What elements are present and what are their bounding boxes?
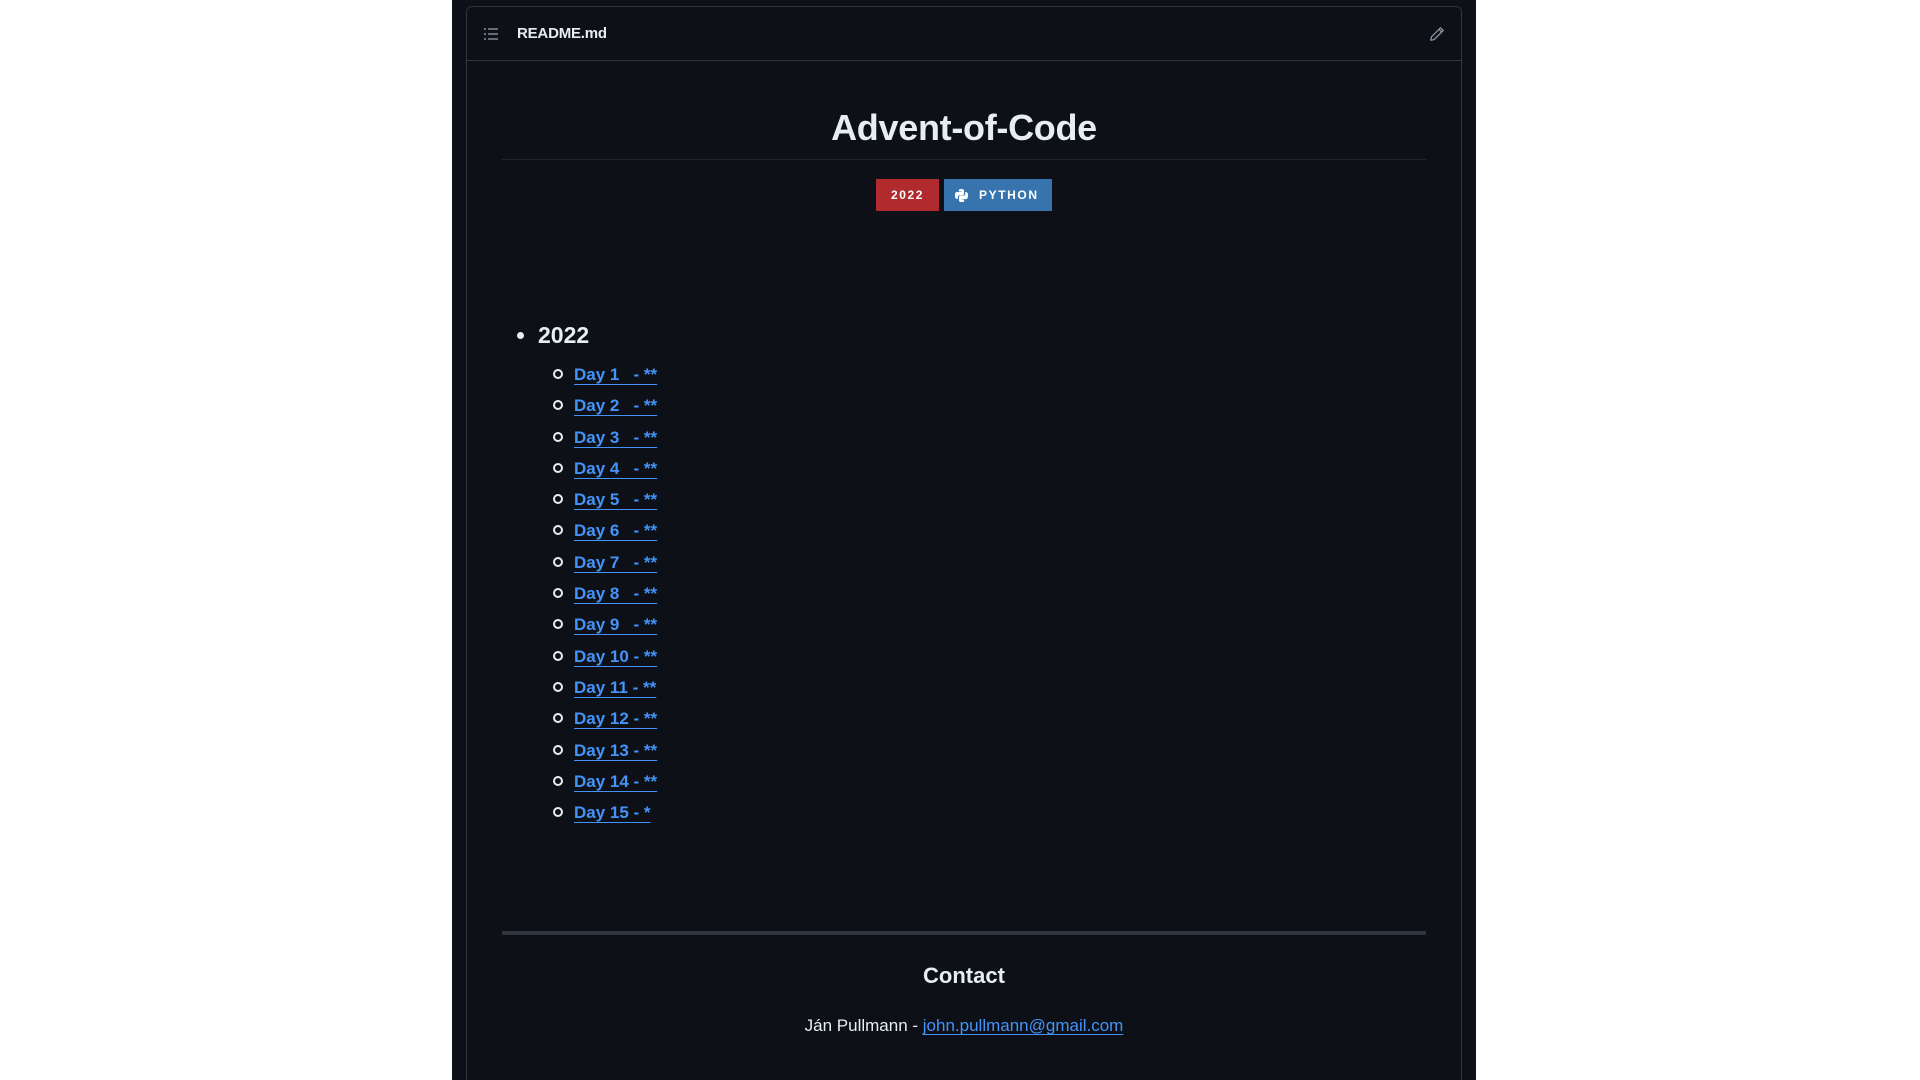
bullet: [553, 681, 563, 692]
contact-line: Ján Pullmann - john.pullmann@gmail.com: [502, 1016, 1426, 1036]
day-link-9[interactable]: Day 9 - **: [574, 615, 657, 634]
python-badge-label: PYTHON: [979, 188, 1039, 202]
list-item: Day 1 - **: [538, 359, 1426, 390]
day-link-7[interactable]: Day 7 - **: [574, 553, 657, 572]
bullet: [553, 400, 563, 411]
days-list: Day 1 - ** Day 2 - ** Day 3 - ** Day 4 -…: [538, 359, 1426, 828]
bullet: [553, 775, 563, 786]
list-item: Day 12 - **: [538, 703, 1426, 734]
bullet: [553, 462, 563, 473]
day-link-10[interactable]: Day 10 - **: [574, 647, 657, 666]
readme-viewer: README.md Advent-of-Code 2022 PYTHON 202…: [452, 0, 1476, 1080]
readme-box: README.md Advent-of-Code 2022 PYTHON 202…: [466, 6, 1462, 1080]
list-item: Day 15 - *: [538, 797, 1426, 828]
readme-content: Advent-of-Code 2022 PYTHON 2022 Day 1 - …: [467, 61, 1461, 1036]
day-link-11[interactable]: Day 11 - **: [574, 678, 656, 697]
list-item: Day 11 - **: [538, 672, 1426, 703]
list-item: Day 14 - **: [538, 766, 1426, 797]
day-link-1[interactable]: Day 1 - **: [574, 365, 657, 384]
day-link-14[interactable]: Day 14 - **: [574, 772, 657, 791]
bullet: [553, 525, 563, 536]
day-link-5[interactable]: Day 5 - **: [574, 490, 657, 509]
list-unordered-icon[interactable]: [483, 26, 499, 42]
contact-email-link[interactable]: john.pullmann@gmail.com: [923, 1016, 1124, 1035]
year-badge[interactable]: 2022: [876, 179, 939, 211]
badge-row: 2022 PYTHON: [502, 179, 1426, 211]
python-icon: [954, 188, 969, 203]
day-link-2[interactable]: Day 2 - **: [574, 396, 657, 415]
readme-filename: README.md: [517, 25, 607, 42]
bullet: [553, 588, 563, 599]
day-link-15[interactable]: Day 15 - *: [574, 803, 651, 822]
bullet: [553, 369, 563, 379]
contact-name: Ján Pullmann -: [804, 1016, 923, 1036]
bullet: [553, 619, 563, 630]
years-list: 2022 Day 1 - ** Day 2 - ** Day 3 - ** Da…: [502, 318, 1426, 828]
year-label: 2022: [538, 322, 590, 348]
readme-header: README.md: [467, 7, 1461, 61]
day-link-8[interactable]: Day 8 - **: [574, 584, 657, 603]
day-link-13[interactable]: Day 13 - **: [574, 741, 657, 760]
bullet: [553, 807, 563, 818]
contact-heading: Contact: [923, 963, 1005, 989]
python-badge[interactable]: PYTHON: [944, 179, 1052, 211]
page-title: Advent-of-Code: [502, 61, 1426, 160]
bullet: [553, 713, 563, 724]
day-link-12[interactable]: Day 12 - **: [574, 709, 657, 728]
bullet: [517, 332, 524, 339]
bullet: [553, 744, 563, 755]
day-link-4[interactable]: Day 4 - **: [574, 459, 657, 478]
list-item: Day 10 - **: [538, 641, 1426, 672]
horizontal-rule: [502, 931, 1426, 936]
list-item: Day 3 - **: [538, 422, 1426, 453]
list-item: Day 2 - **: [538, 390, 1426, 421]
list-item: Day 7 - **: [538, 547, 1426, 578]
bullet: [553, 650, 563, 661]
day-link-6[interactable]: Day 6 - **: [574, 521, 657, 540]
year-item: 2022 Day 1 - ** Day 2 - ** Day 3 - ** Da…: [502, 318, 1426, 828]
list-item: Day 6 - **: [538, 515, 1426, 546]
bullet: [553, 556, 563, 567]
pencil-icon[interactable]: [1429, 26, 1445, 42]
list-item: Day 8 - **: [538, 578, 1426, 609]
list-item: Day 4 - **: [538, 453, 1426, 484]
list-item: Day 9 - **: [538, 609, 1426, 640]
list-item: Day 13 - **: [538, 735, 1426, 766]
bullet: [553, 431, 563, 442]
bullet: [553, 494, 563, 505]
day-link-3[interactable]: Day 3 - **: [574, 428, 657, 447]
list-item: Day 5 - **: [538, 484, 1426, 515]
